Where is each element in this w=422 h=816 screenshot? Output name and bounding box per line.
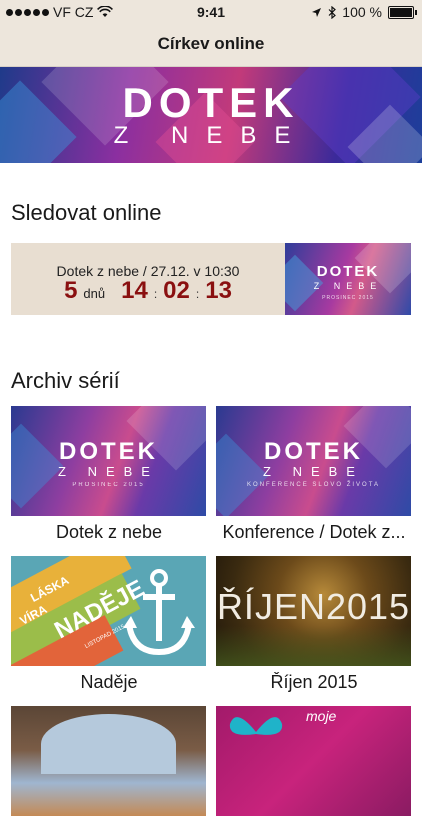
countdown-days: 5: [64, 277, 78, 304]
butterfly-icon: [229, 717, 283, 735]
live-info: Dotek z nebe / 27.12. v 10:30 5 dnů 14 :…: [11, 243, 285, 315]
bluetooth-icon: [328, 5, 337, 19]
series-label[interactable]: Konference / Dotek z...: [214, 522, 414, 543]
live-stream-card[interactable]: Dotek z nebe / 27.12. v 10:30 5 dnů 14 :…: [11, 243, 411, 315]
thumb-date: PROSINEC 2015: [322, 295, 374, 301]
hero-banner[interactable]: DOTEK Z NEBE: [0, 67, 422, 163]
battery-percent: 100 %: [342, 4, 382, 20]
countdown-days-unit: dnů: [83, 286, 106, 301]
anchor-icon: [123, 569, 195, 656]
thumb-subtitle: Z NEBE: [313, 281, 383, 291]
live-thumbnail[interactable]: DOTEK Z NEBE PROSINEC 2015: [285, 243, 411, 315]
live-section-title: Sledovat online: [11, 200, 162, 225]
series-tile-nadeje[interactable]: LÁSKA VÍRA NADĚJE LISTOPAD 2015: [11, 556, 206, 666]
status-bar: VF CZ 9:41 100 %: [0, 0, 422, 24]
series-label[interactable]: Dotek z nebe: [9, 522, 209, 543]
banner-subtitle: Z NEBE: [113, 122, 309, 149]
thumb-title: DOTEK: [316, 263, 380, 280]
page-title: Církev online: [157, 34, 265, 53]
series-tile-rijen[interactable]: ŘÍJEN2015: [216, 556, 411, 666]
series-label[interactable]: Naděje: [9, 672, 209, 693]
tile-art-title: DOTEK: [59, 438, 158, 465]
series-label[interactable]: Říjen 2015: [214, 672, 414, 693]
battery-icon: [388, 5, 417, 19]
tile-art-date: PROSINEC 2015: [72, 482, 145, 488]
tile-art-subtitle: Z NEBE: [263, 464, 364, 479]
countdown-hours: 14: [121, 277, 148, 304]
series-tile-dotek[interactable]: DOTEK Z NEBE PROSINEC 2015: [11, 406, 206, 516]
countdown-separator: :: [195, 287, 200, 301]
tile-art-title: ŘÍJEN2015: [216, 586, 411, 627]
countdown: 5 dnů 14 : 02 : 13: [11, 277, 285, 305]
banner-title: DOTEK: [122, 79, 300, 126]
tile-art-caption: KONFERENCE SLOVO ŽIVOTA: [247, 482, 380, 488]
tile-art-title: DOTEK: [264, 438, 363, 465]
series-tile-cave[interactable]: [11, 706, 206, 816]
series-tile-konference[interactable]: DOTEK Z NEBE KONFERENCE SLOVO ŽIVOTA: [216, 406, 411, 516]
navigation-bar: Církev online: [0, 24, 422, 67]
tile-art-subtitle: Z NEBE: [58, 464, 159, 479]
location-arrow-icon: [312, 7, 322, 17]
status-right: 100 %: [311, 4, 417, 20]
archive-section-title: Archiv sérií: [11, 368, 120, 393]
countdown-separator: :: [153, 287, 158, 301]
tile-art-title: moje: [306, 708, 337, 724]
countdown-seconds: 13: [205, 277, 232, 304]
countdown-minutes: 02: [163, 277, 190, 304]
series-tile-moje[interactable]: moje: [216, 706, 411, 816]
